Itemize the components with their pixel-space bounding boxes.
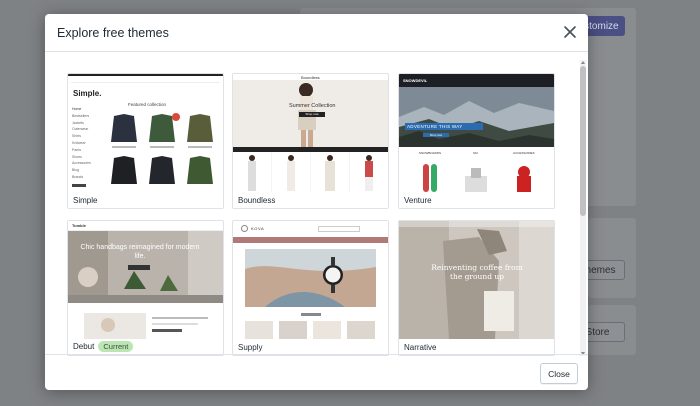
scrollbar-thumb[interactable] [580, 66, 586, 216]
theme-card-narrative[interactable]: Reinventing coffee from the ground up Na… [398, 220, 555, 356]
venture-brand: SNOWDEVIL [403, 78, 428, 83]
theme-card-venture[interactable]: SNOWDEVIL ADVENTURE THIS WAY Shop now SN… [398, 73, 555, 209]
close-icon[interactable] [562, 24, 578, 40]
modal-footer: Close [45, 354, 588, 390]
venture-hero-image [399, 87, 554, 147]
theme-label: Debut Current [73, 341, 134, 352]
theme-preview-boundless: Boundless Summer Collection Shop now [233, 74, 388, 192]
supply-brand: KOVA [251, 226, 265, 231]
narrative-hero-text: Reinventing coffee from the ground up [431, 263, 523, 281]
modal-title: Explore free themes [57, 25, 169, 40]
close-button[interactable]: Close [540, 363, 578, 384]
theme-label: Narrative [404, 343, 437, 352]
venture-cta[interactable]: Shop now [423, 133, 449, 137]
debut-brand: Tumble [72, 223, 86, 228]
boundless-cta[interactable]: Shop now [299, 112, 325, 117]
theme-card-debut[interactable]: Tumble Chic handbags reimagined for mode… [67, 220, 224, 356]
theme-label: Simple [73, 196, 98, 205]
venture-hero-banner: ADVENTURE THIS WAY [405, 123, 483, 130]
current-badge: Current [98, 341, 134, 352]
theme-grid: Simple. Featured collection Home Bestsel… [45, 53, 588, 356]
theme-preview-debut: Tumble Chic handbags reimagined for mode… [68, 221, 223, 339]
simple-heading: Featured collection [128, 102, 167, 107]
debut-hero-text: Chic handbags reimagined for modern life… [80, 244, 200, 260]
background-card-middle [588, 218, 636, 298]
theme-preview-venture: SNOWDEVIL ADVENTURE THIS WAY Shop now SN… [399, 74, 554, 192]
theme-label: Venture [404, 196, 432, 205]
modal-header: Explore free themes [45, 14, 588, 52]
explore-themes-modal: Explore free themes Simple. Featured col… [45, 14, 588, 390]
simple-logo: Simple. [73, 89, 102, 98]
boundless-heading: Summer Collection [289, 103, 336, 109]
theme-label: Supply [238, 343, 263, 352]
theme-preview-simple: Simple. Featured collection Home Bestsel… [68, 74, 223, 192]
theme-preview-narrative: Reinventing coffee from the ground up [399, 221, 554, 339]
theme-card-simple[interactable]: Simple. Featured collection Home Bestsel… [67, 73, 224, 209]
supply-hero-image [245, 249, 376, 307]
theme-card-boundless[interactable]: Boundless Summer Collection Shop now Bou… [232, 73, 389, 209]
simple-menu: Home Bestsellers Jackets Outerwear Shirt… [72, 107, 91, 179]
theme-preview-supply: KOVA [233, 221, 388, 339]
modal-scrollbar[interactable] [580, 60, 586, 356]
theme-card-supply[interactable]: KOVA Supply [232, 220, 389, 356]
theme-label: Boundless [238, 196, 276, 205]
